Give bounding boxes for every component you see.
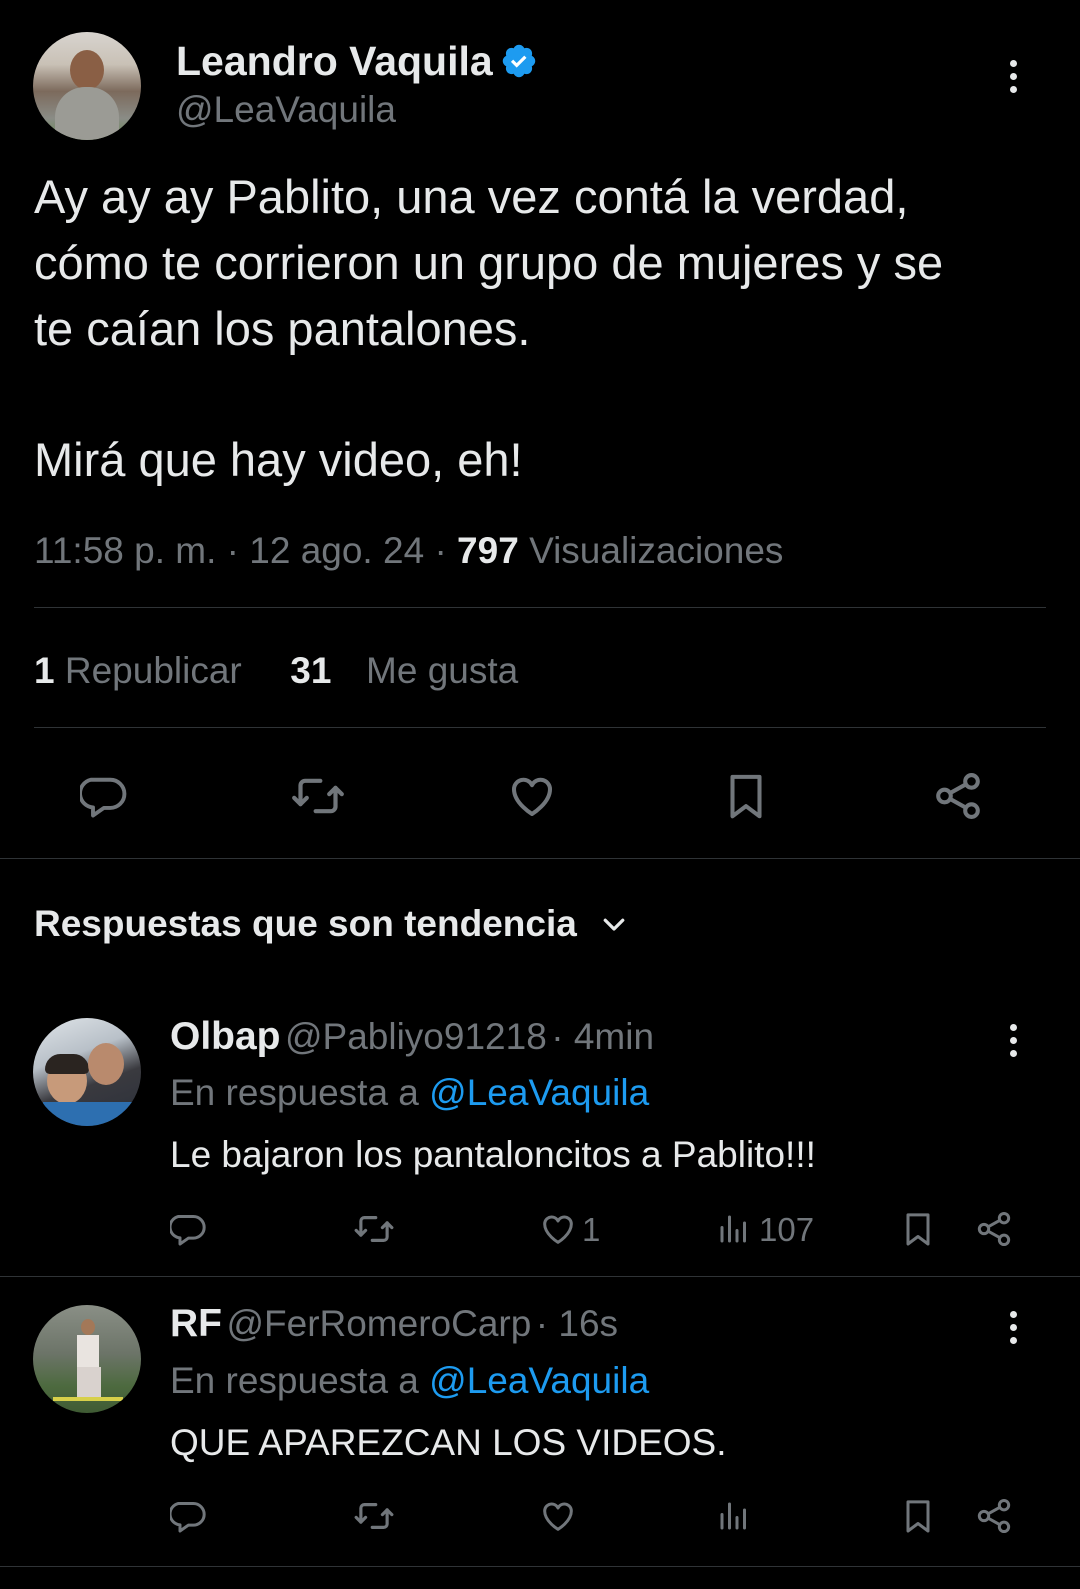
like-icon[interactable] (502, 766, 562, 826)
tweet-date[interactable]: 12 ago. 24 (249, 530, 424, 571)
more-icon[interactable] (993, 56, 1033, 96)
replies-sort-toggle[interactable]: Respuestas que son tendencia (34, 901, 629, 947)
reply-text: QUE APAREZCAN LOS VIDEOS. (170, 1422, 727, 1463)
verified-badge-icon (500, 42, 538, 85)
reply-avatar[interactable] (33, 1018, 141, 1126)
more-icon[interactable] (993, 1020, 1033, 1060)
views-count: 107 (759, 1211, 815, 1248)
likes-count: 31 (290, 650, 332, 691)
reply-avatar[interactable] (33, 1305, 141, 1413)
likes-label: Me gusta (366, 650, 519, 691)
repost-icon[interactable] (352, 1207, 396, 1251)
in-reply-to: En respuesta a @LeaVaquila (170, 1071, 649, 1115)
bookmark-icon[interactable] (896, 1207, 940, 1251)
share-icon[interactable] (972, 1207, 1016, 1251)
more-icon[interactable] (993, 1307, 1033, 1347)
reply-icon[interactable] (168, 1494, 212, 1538)
author-avatar[interactable] (33, 32, 141, 140)
repost-icon[interactable] (288, 766, 348, 826)
views-icon[interactable] (714, 1207, 754, 1251)
in-reply-link[interactable]: @LeaVaquila (429, 1360, 649, 1401)
divider (34, 607, 1046, 608)
bookmark-icon[interactable] (896, 1494, 940, 1538)
reply-text: Le bajaron los pantaloncitos a Pablito!!… (170, 1134, 816, 1175)
divider (34, 727, 1046, 728)
tweet-text-line: cómo te corrieron un grupo de mujeres y … (34, 236, 944, 289)
in-reply-prefix: En respuesta a (170, 1072, 419, 1113)
share-icon[interactable] (928, 766, 988, 826)
tweet-text-line: Mirá que hay video, eh! (34, 433, 523, 486)
reply-handle[interactable]: @FerRomeroCarp (226, 1303, 531, 1344)
like-icon[interactable] (536, 1494, 580, 1538)
tweet-text-line: te caían los pantalones. (34, 302, 531, 355)
reply-header: Olbap @Pabliyo91218 · 4min (170, 1015, 655, 1058)
in-reply-to: En respuesta a @LeaVaquila (170, 1359, 649, 1403)
reply-age[interactable]: 4min (574, 1016, 654, 1057)
chevron-down-icon (599, 909, 629, 939)
views-icon[interactable] (714, 1494, 754, 1538)
bookmark-icon[interactable] (716, 766, 776, 826)
section-divider (0, 858, 1080, 859)
reply-handle[interactable]: @Pabliyo91218 (285, 1016, 547, 1057)
share-icon[interactable] (972, 1494, 1016, 1538)
reply-age[interactable]: 16s (558, 1303, 618, 1344)
in-reply-link[interactable]: @LeaVaquila (429, 1072, 649, 1113)
likes-stat[interactable]: 31 Me gusta (290, 650, 518, 691)
tweet-text-line: Ay ay ay Pablito, una vez contá la verda… (34, 170, 909, 223)
like-count: 1 (582, 1211, 601, 1248)
reply-header: RF @FerRomeroCarp · 16s (170, 1302, 619, 1345)
views-label: Visualizaciones (529, 530, 784, 571)
reply-icon[interactable] (76, 766, 136, 826)
in-reply-prefix: En respuesta a (170, 1360, 419, 1401)
reply-icon[interactable] (168, 1207, 212, 1251)
tweet-time[interactable]: 11:58 p. m. (34, 530, 216, 571)
reply-divider (0, 1276, 1080, 1277)
reposts-count: 1 (34, 650, 55, 691)
replies-header-label: Respuestas que son tendencia (34, 903, 577, 944)
reposts-label: Republicar (64, 650, 242, 691)
reply-name[interactable]: RF (170, 1302, 222, 1345)
reply-name[interactable]: Olbap (170, 1015, 281, 1058)
reply-divider (0, 1566, 1080, 1567)
views-count: 797 (457, 530, 519, 571)
author-handle[interactable]: @LeaVaquila (176, 88, 396, 132)
author-name[interactable]: Leandro Vaquila (176, 38, 493, 84)
like-icon[interactable] (536, 1207, 580, 1251)
reposts-stat[interactable]: 1 Republicar (34, 650, 252, 691)
tweet-meta: 11:58 p. m. · 12 ago. 24 · 797 Visualiza… (34, 530, 784, 571)
tweet-stats: 1 Republicar 31 Me gusta (34, 648, 518, 694)
repost-icon[interactable] (352, 1494, 396, 1538)
